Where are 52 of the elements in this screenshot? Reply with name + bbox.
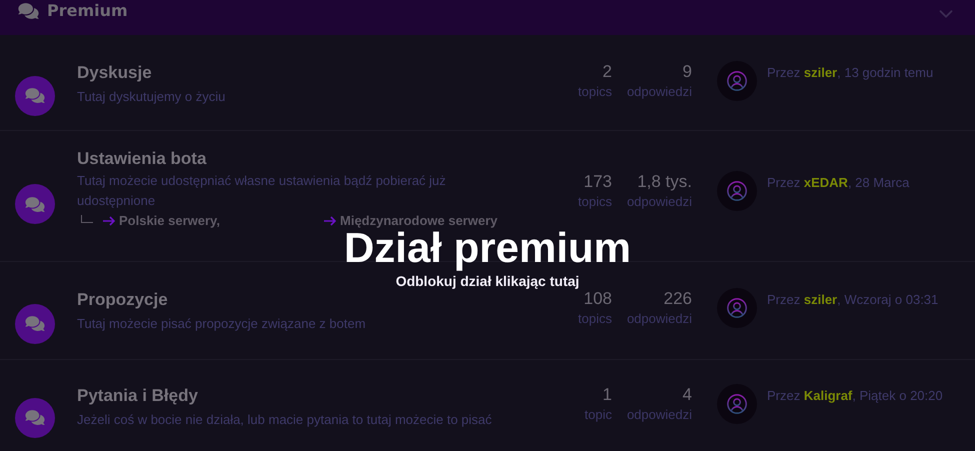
topics-label: topics [578,193,612,211]
author-link[interactable]: Kaligraf [804,388,852,403]
last-post: Przez sziler, Wczoraj o 03:31 [767,292,938,308]
author-link[interactable]: sziler [804,65,838,80]
last-post: Przez xEDAR, 28 Marca [767,175,910,191]
chat-bubbles-icon [25,315,45,332]
chat-bubbles-icon [18,2,39,20]
forum-description: Jeżeli coś w bocie nie działa, lub macie pytania to tutaj możecie to pisać [77,411,492,429]
replies-label: odpowiedzi [626,83,692,101]
arrow-right-icon [102,214,116,226]
replies-count: 1,8 tys. [637,171,692,193]
last-post: Przez sziler, 13 godzin temu [767,65,934,81]
avatar[interactable] [717,288,757,328]
replies-count: 4 [682,384,692,406]
category-title: Premium [47,0,128,22]
arrow-right-icon [323,214,337,226]
user-icon [726,70,748,92]
subforum-link[interactable]: Międzynarodowe serwery [323,213,569,228]
forum-title[interactable]: Pytania i Błędy [77,384,198,408]
avatar[interactable] [717,171,757,211]
last-post: Przez Kaligraf, Piątek o 20:20 [767,388,943,404]
forum-description: Tutaj możecie pisać propozycje związane z botem [77,315,366,333]
user-icon [726,180,748,202]
replies-count: 9 [682,61,692,83]
topics-label: topics [578,310,612,328]
author-link[interactable]: sziler [804,292,838,307]
chat-bubbles-icon [25,87,45,104]
chat-bubbles-icon [25,196,45,212]
unlock-link[interactable]: Odblokuj dział klikając tutaj [396,273,580,289]
forum-title[interactable]: Propozycje [77,288,168,312]
avatar[interactable] [717,61,757,101]
forum-title[interactable]: Dyskusje [77,61,152,85]
forum-description: Tutaj możecie udostępniać własne ustawienia bądź pobierać już udostępnione [77,172,447,210]
replies-label: odpowiedzi [626,406,692,424]
chat-bubbles-icon [25,409,45,426]
forum-description: Tutaj dyskutujemy o życiu [77,88,226,106]
replies-label: odpowiedzi [626,310,692,328]
topics-count: 108 [584,288,612,310]
topics-count: 2 [602,61,612,83]
topics-count: 1 [602,384,612,406]
tree-branch-icon [81,214,93,222]
avatar[interactable] [717,384,757,424]
user-icon [726,297,748,319]
topics-label: topic [584,406,612,424]
subforum-link[interactable]: Polskie serwery, [77,213,323,228]
replies-label: odpowiedzi [626,193,692,211]
author-link[interactable]: xEDAR [804,175,848,190]
forum-title[interactable]: Ustawienia bota [77,147,206,171]
replies-count: 226 [664,288,692,310]
topics-label: topics [578,83,612,101]
topics-count: 173 [584,171,612,193]
user-icon [726,393,748,415]
